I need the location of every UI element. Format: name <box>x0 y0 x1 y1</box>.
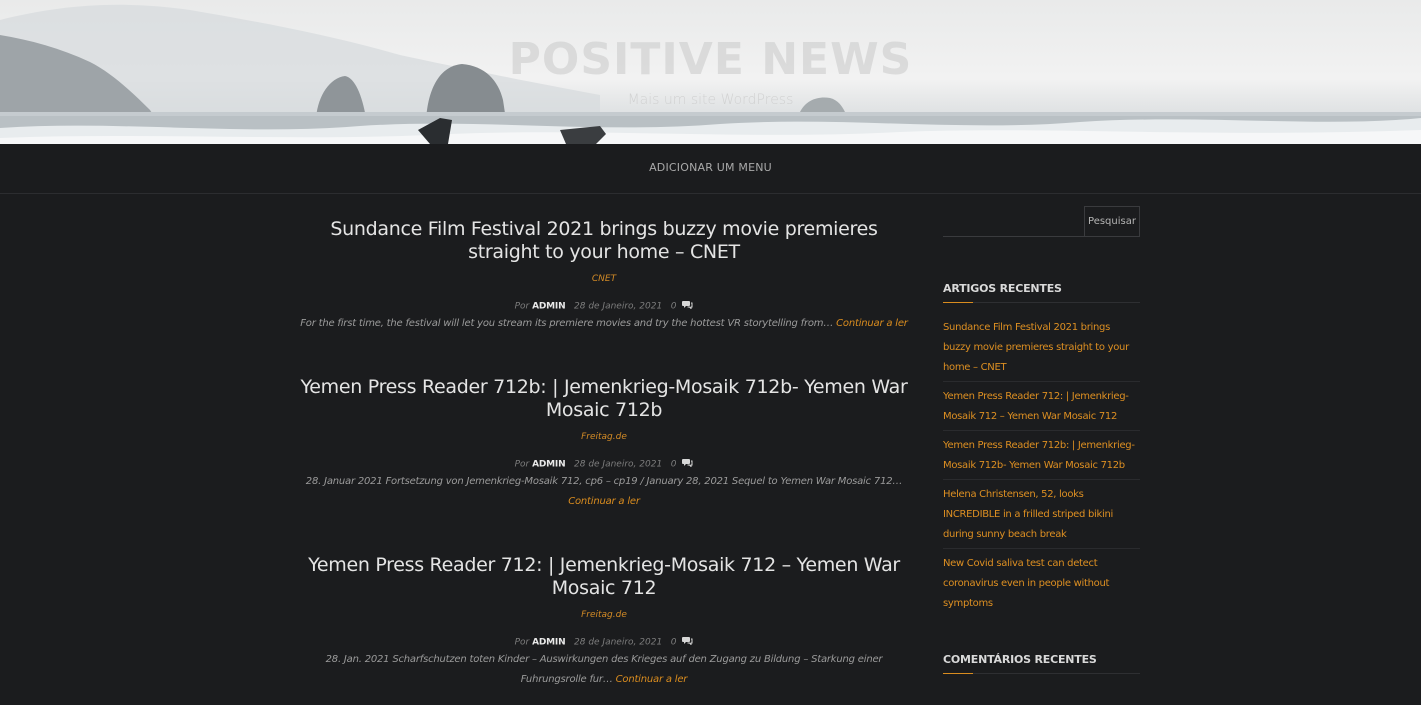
post-comment-count[interactable]: 0 <box>671 460 677 470</box>
comments-icon[interactable] <box>682 300 693 312</box>
post-excerpt-text: For the first time, the festival will le… <box>300 318 834 329</box>
post-excerpt: 28. Januar 2021 Fortsetzung von Jemenkri… <box>296 472 912 512</box>
post-author[interactable]: ADMIN <box>532 638 565 648</box>
site-tagline: Mais um site WordPress <box>627 92 794 108</box>
main-navigation: ADICIONAR UM MENU <box>0 144 1421 194</box>
post-meta: Por ADMIN 28 de Janeiro, 2021 0 <box>296 300 912 312</box>
header-banner: POSITIVE NEWS Mais um site WordPress <box>0 0 1421 144</box>
post-category[interactable]: Freitag.de <box>296 610 912 620</box>
post-meta: Por ADMIN 28 de Janeiro, 2021 0 <box>296 636 912 648</box>
post-title[interactable]: Yemen Press Reader 712b: | Jemenkrieg-Mo… <box>296 376 912 422</box>
recent-post-link[interactable]: Yemen Press Reader 712: | Jemenkrieg-Mos… <box>943 382 1140 431</box>
post-date: 28 de Janeiro, 2021 <box>574 459 663 470</box>
site-title[interactable]: POSITIVE NEWS <box>0 34 1421 85</box>
post-excerpt: 28. Jan. 2021 Scharfschutzen toten Kinde… <box>296 650 912 690</box>
recent-post-link[interactable]: Helena Christensen, 52, looks INCREDIBLE… <box>943 480 1140 549</box>
post-category[interactable]: CNET <box>296 274 912 284</box>
post-item: Yemen Press Reader 712: | Jemenkrieg-Mos… <box>296 554 912 690</box>
post-comment-count[interactable]: 0 <box>671 638 677 648</box>
recent-post-link[interactable]: Yemen Press Reader 712b: | Jemenkrieg-Mo… <box>943 431 1140 480</box>
post-title[interactable]: Sundance Film Festival 2021 brings buzzy… <box>296 218 912 264</box>
post-list: Sundance Film Festival 2021 brings buzzy… <box>296 208 912 690</box>
search-button[interactable]: Pesquisar <box>1084 206 1140 237</box>
read-more-link[interactable]: Continuar a ler <box>568 496 640 507</box>
recent-posts-title: ARTIGOS RECENTES <box>943 282 1140 303</box>
post-date: 28 de Janeiro, 2021 <box>574 301 663 312</box>
comments-icon[interactable] <box>682 636 693 648</box>
post-excerpt: For the first time, the festival will le… <box>296 314 912 334</box>
recent-post-link[interactable]: Sundance Film Festival 2021 brings buzzy… <box>943 313 1140 382</box>
recent-posts-list: Sundance Film Festival 2021 brings buzzy… <box>943 313 1140 617</box>
read-more-link[interactable]: Continuar a ler <box>616 674 688 685</box>
sidebar: Pesquisar ARTIGOS RECENTES Sundance Film… <box>943 206 1140 674</box>
post-item: Yemen Press Reader 712b: | Jemenkrieg-Mo… <box>296 376 912 512</box>
add-menu-link[interactable]: ADICIONAR UM MENU <box>649 161 772 174</box>
post-date: 28 de Janeiro, 2021 <box>574 637 663 648</box>
recent-post-link[interactable]: New Covid saliva test can detect coronav… <box>943 549 1140 617</box>
post-excerpt-text: 28. Januar 2021 Fortsetzung von Jemenkri… <box>305 476 903 487</box>
post-excerpt-text: 28. Jan. 2021 Scharfschutzen toten Kinde… <box>325 654 883 685</box>
read-more-link[interactable]: Continuar a ler <box>836 318 908 329</box>
post-item: Sundance Film Festival 2021 brings buzzy… <box>296 218 912 334</box>
recent-posts-widget: ARTIGOS RECENTES Sundance Film Festival … <box>943 282 1140 617</box>
post-category[interactable]: Freitag.de <box>296 432 912 442</box>
search-form: Pesquisar <box>943 206 1140 237</box>
post-title[interactable]: Yemen Press Reader 712: | Jemenkrieg-Mos… <box>296 554 912 600</box>
post-comment-count[interactable]: 0 <box>671 302 677 312</box>
recent-comments-widget: COMENTÁRIOS RECENTES <box>943 653 1140 674</box>
post-author[interactable]: ADMIN <box>532 302 565 312</box>
comments-icon[interactable] <box>682 458 693 470</box>
search-input[interactable] <box>943 206 1084 237</box>
post-author[interactable]: ADMIN <box>532 460 565 470</box>
post-meta: Por ADMIN 28 de Janeiro, 2021 0 <box>296 458 912 470</box>
post-by-label: Por <box>514 637 530 648</box>
post-by-label: Por <box>514 301 530 312</box>
post-by-label: Por <box>514 459 530 470</box>
recent-comments-title: COMENTÁRIOS RECENTES <box>943 653 1140 674</box>
